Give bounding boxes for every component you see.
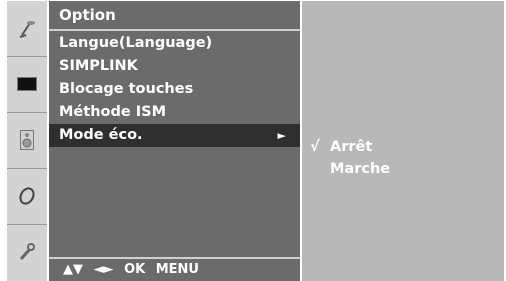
menu-item-key-lock[interactable]: Blocage touches: [49, 78, 300, 101]
option-label: Marche: [330, 161, 391, 177]
antenna-icon[interactable]: [7, 1, 47, 55]
menu-item-label: Blocage touches: [59, 81, 194, 97]
menu-item-label: SIMPLINK: [59, 58, 138, 74]
option-label: Arrêt: [330, 139, 373, 155]
screen-icon[interactable]: [7, 57, 47, 111]
eco-mode-submenu: √ Arrêt Marche: [302, 1, 504, 281]
menu-title: Option: [59, 6, 116, 24]
header-divider: [49, 29, 300, 31]
option-on[interactable]: Marche: [302, 158, 504, 180]
ok-hint: OK: [124, 262, 146, 277]
menu-item-eco-mode[interactable]: Mode éco. ►: [49, 124, 300, 147]
category-icon-strip: [7, 1, 47, 281]
up-down-arrows-icon: ▲▼: [63, 262, 83, 277]
left-right-arrows-icon: ◄►: [93, 262, 114, 277]
speaker-icon[interactable]: [7, 113, 47, 167]
option-off[interactable]: √ Arrêt: [302, 136, 504, 158]
wrench-icon[interactable]: [7, 225, 47, 279]
tv-osd-screen: Option Langue(Language) SIMPLINK Blocage…: [0, 0, 506, 281]
menu-hint: MENU: [155, 262, 199, 277]
menu-item-label: Méthode ISM: [59, 104, 167, 120]
chevron-right-icon: ►: [277, 129, 286, 142]
navigation-hint-bar: ▲▼ ◄► OK MENU: [49, 259, 300, 281]
menu-item-label: Mode éco.: [59, 127, 143, 143]
menu-item-simplink[interactable]: SIMPLINK: [49, 55, 300, 78]
clock-icon[interactable]: [7, 169, 47, 223]
menu-item-ism-method[interactable]: Méthode ISM: [49, 101, 300, 124]
menu-list: Langue(Language) SIMPLINK Blocage touche…: [49, 32, 300, 147]
option-menu-panel: Option Langue(Language) SIMPLINK Blocage…: [49, 1, 300, 281]
menu-item-label: Langue(Language): [59, 35, 213, 51]
menu-item-language[interactable]: Langue(Language): [49, 32, 300, 55]
check-icon: √: [310, 139, 320, 155]
